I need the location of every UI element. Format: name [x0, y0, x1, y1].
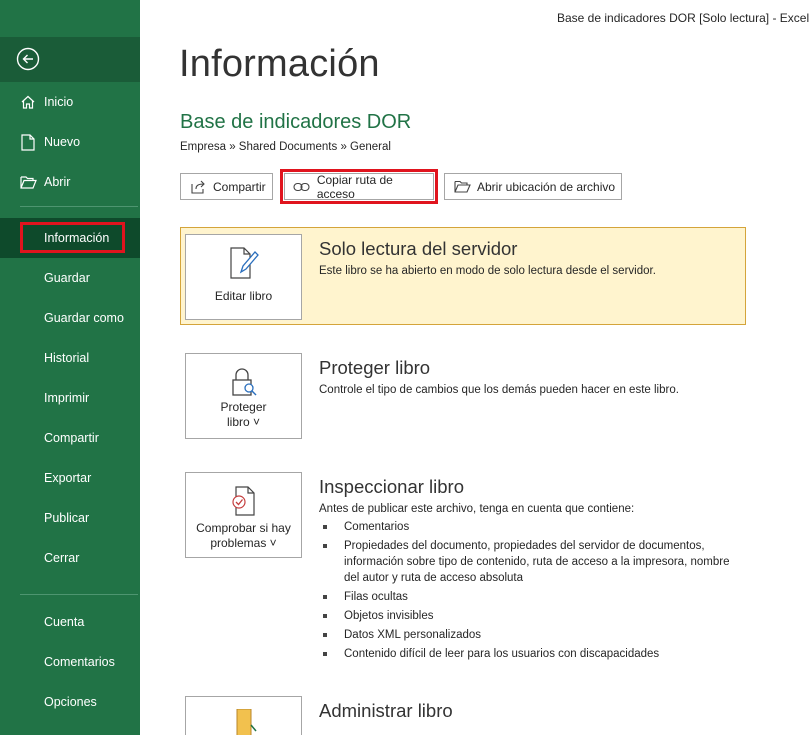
nav-label: Inicio	[44, 95, 74, 109]
nav-label: Guardar	[44, 271, 90, 285]
nav-divider	[20, 594, 138, 595]
folder-open-icon	[19, 173, 37, 191]
nav-item-opciones[interactable]: Opciones	[0, 682, 140, 722]
new-document-icon	[19, 133, 37, 151]
nav-label: Opciones	[44, 695, 97, 709]
arrow-left-circle-icon	[16, 47, 40, 71]
check-issues-button[interactable]: Comprobar si hay problemas ˅	[185, 472, 302, 558]
nav-label: Abrir	[44, 175, 71, 189]
nav-item-abrir[interactable]: Abrir	[0, 162, 140, 202]
nav-item-exportar[interactable]: Exportar	[0, 458, 140, 498]
copy-path-button-label: Copiar ruta de acceso	[316, 172, 393, 201]
nav-item-publicar[interactable]: Publicar	[0, 498, 140, 538]
list-item: Datos XML personalizados	[322, 627, 742, 643]
nav-item-guardar-como[interactable]: Guardar como	[0, 298, 140, 338]
list-item: Contenido difícil de leer para los usuar…	[322, 646, 742, 662]
manage-workbook-title: Administrar libro	[319, 700, 453, 721]
list-item: Comentarios	[322, 519, 742, 535]
backstage-sidebar: Inicio Nuevo Abrir Información Guardar G…	[0, 0, 140, 735]
list-item: Propiedades del documento, propiedades d…	[322, 538, 742, 586]
nav-label: Comentarios	[44, 655, 115, 669]
edit-document-icon	[227, 245, 261, 281]
document-title: Base de indicadores DOR	[180, 111, 412, 133]
tile-label-line1: Proteger	[220, 400, 267, 414]
list-item: Filas ocultas	[322, 589, 742, 605]
nav-label: Cuenta	[44, 615, 85, 629]
tile-label-line2: problemas ˅	[210, 536, 277, 550]
nav-label: Historial	[44, 351, 90, 365]
nav-item-informacion[interactable]: Información	[0, 218, 140, 258]
edit-workbook-button[interactable]: Editar libro	[185, 234, 302, 320]
copy-path-button[interactable]: Copiar ruta de acceso	[280, 169, 438, 204]
server-readonly-description: Este libro se ha abierto en modo de solo…	[319, 265, 656, 277]
manage-document-icon	[227, 709, 261, 735]
nav-label: Información	[44, 231, 110, 245]
breadcrumb: Empresa » Shared Documents » General	[180, 141, 391, 153]
link-icon	[293, 179, 311, 195]
tile-label: Editar libro	[214, 289, 273, 303]
nav-item-guardar[interactable]: Guardar	[0, 258, 140, 298]
list-item: Objetos invisibles	[322, 608, 742, 624]
manage-workbook-button[interactable]	[185, 696, 302, 735]
nav-label: Imprimir	[44, 391, 90, 405]
nav-label: Cerrar	[44, 551, 80, 565]
nav-label: Publicar	[44, 511, 90, 525]
nav-label: Compartir	[44, 431, 99, 445]
protect-workbook-title: Proteger libro	[319, 357, 431, 378]
tile-label-line1: Comprobar si hay	[196, 521, 291, 535]
folder-open-icon	[453, 179, 471, 195]
nav-item-imprimir[interactable]: Imprimir	[0, 378, 140, 418]
window-title: Base de indicadores DOR [Solo lectura] -…	[557, 11, 810, 25]
nav-label: Guardar como	[44, 311, 124, 325]
inspect-workbook-description: Antes de publicar este archivo, tenga en…	[319, 503, 635, 515]
lock-search-icon	[227, 364, 261, 400]
nav-label: Exportar	[44, 471, 92, 485]
protect-workbook-description: Controle el tipo de cambios que los demá…	[319, 384, 679, 396]
nav-item-cerrar[interactable]: Cerrar	[0, 538, 140, 578]
protect-workbook-button[interactable]: Proteger libro ˅	[185, 353, 302, 439]
nav-item-inicio[interactable]: Inicio	[0, 82, 140, 122]
nav-item-cuenta[interactable]: Cuenta	[0, 602, 140, 642]
nav-item-compartir[interactable]: Compartir	[0, 418, 140, 458]
nav-label: Nuevo	[44, 135, 81, 149]
open-file-location-label: Abrir ubicación de archivo	[477, 179, 616, 194]
back-button[interactable]	[15, 46, 41, 72]
inspect-workbook-title: Inspeccionar libro	[319, 476, 464, 497]
check-document-icon	[227, 483, 261, 519]
page-title: Información	[179, 43, 380, 85]
inspect-items-list: Comentarios Propiedades del documento, p…	[322, 519, 742, 665]
open-file-location-button[interactable]: Abrir ubicación de archivo	[444, 173, 622, 200]
home-icon	[19, 93, 37, 111]
share-icon	[189, 179, 207, 195]
nav-item-nuevo[interactable]: Nuevo	[0, 122, 140, 162]
nav-item-comentarios[interactable]: Comentarios	[0, 642, 140, 682]
tile-label-line2: libro ˅	[226, 415, 261, 429]
share-button-label: Compartir	[213, 179, 266, 194]
share-button[interactable]: Compartir	[180, 173, 273, 200]
nav-item-historial[interactable]: Historial	[0, 338, 140, 378]
nav-divider	[20, 206, 138, 207]
server-readonly-title: Solo lectura del servidor	[319, 238, 518, 259]
